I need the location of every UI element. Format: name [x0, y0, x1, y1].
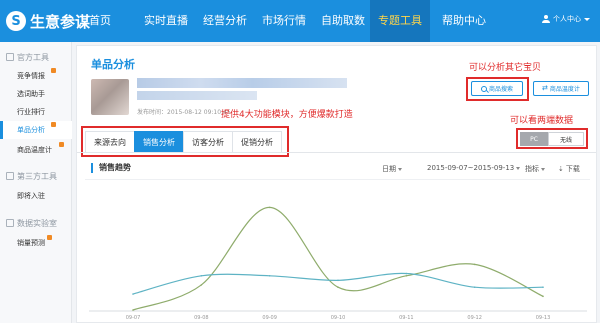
- series-2-point-09-10: [337, 279, 339, 282]
- user-label: 个人中心: [553, 15, 581, 23]
- toolbox-icon: [6, 53, 14, 61]
- series-1-point-09-11: [405, 275, 408, 277]
- x-tick-label: 09-09: [262, 315, 277, 321]
- hot-badge-icon: [59, 142, 64, 147]
- x-tick-label: 09-10: [331, 315, 346, 321]
- series-line-2: [132, 272, 544, 295]
- chevron-down-icon: [584, 17, 590, 21]
- sidebar: 官方工具 竞争情报 选词助手 行业排行 单品分析 商品温度计 第三方工具 即将入…: [0, 42, 72, 323]
- series-2-point-09-09: [268, 275, 271, 277]
- sidebar-group-third-party: 第三方工具: [6, 169, 57, 183]
- sidebar-item-label: 单品分析: [17, 126, 45, 134]
- hot-badge-icon: [47, 235, 52, 240]
- chart-plot-area: 09-07 09-08 09-09 09-10 09-11 09-12 09-13: [89, 206, 587, 321]
- sidebar-group-label: 官方工具: [17, 52, 49, 62]
- nav-help[interactable]: 帮助中心: [434, 0, 494, 42]
- nav-operation-analysis[interactable]: 经营分析: [192, 0, 258, 42]
- x-tick-label: 09-13: [536, 315, 551, 321]
- nav-market[interactable]: 市场行情: [251, 0, 317, 42]
- sidebar-item-product-thermometer[interactable]: 商品温度计: [0, 141, 72, 159]
- sidebar-item-label: 即将入驻: [17, 192, 45, 200]
- flask-icon: [6, 219, 14, 227]
- sidebar-item-label: 行业排行: [17, 108, 45, 116]
- x-tick-label: 09-08: [194, 315, 209, 321]
- series-1-point-09-08: [200, 284, 203, 286]
- sidebar-item-label: 商品温度计: [17, 146, 52, 154]
- sidebar-item-keyword-helper[interactable]: 选词助手: [0, 85, 72, 103]
- sidebar-item-industry-rank[interactable]: 行业排行: [0, 103, 72, 121]
- series-1-point-09-10: [337, 286, 339, 288]
- sidebar-group-label: 第三方工具: [17, 171, 57, 181]
- user-menu[interactable]: 个人中心: [542, 14, 590, 24]
- sidebar-item-label: 竞争情报: [17, 72, 45, 80]
- sidebar-group-official: 官方工具: [6, 50, 49, 64]
- series-2-point-09-08: [200, 275, 203, 277]
- x-tick-label: 09-12: [467, 315, 482, 321]
- series-line-1: [132, 206, 544, 311]
- series-1-point-09-07: [132, 309, 134, 311]
- puzzle-icon: [6, 172, 14, 180]
- hot-badge-icon: [51, 122, 56, 127]
- series-1-point-09-12: [473, 263, 476, 266]
- x-tick-label: 09-07: [126, 315, 141, 321]
- sidebar-item-label: 销量预测: [17, 239, 45, 247]
- nav-special-tools[interactable]: 专题工具: [370, 0, 430, 42]
- user-icon: [542, 15, 550, 23]
- series-1-point-09-09: [268, 206, 271, 209]
- series-2-point-09-07: [132, 293, 134, 295]
- series-2-point-09-11: [405, 272, 408, 275]
- logo-icon: S: [6, 11, 26, 31]
- sidebar-item-competitive-intel[interactable]: 竞争情报: [0, 67, 72, 85]
- series-1-point-09-13: [542, 295, 544, 298]
- top-nav: S 生意参谋 首页 实时直播 经营分析 市场行情 自助取数 专题工具 帮助中心 …: [0, 0, 600, 42]
- nav-home[interactable]: 首页: [80, 0, 120, 42]
- series-2-point-09-12: [473, 286, 476, 288]
- hot-badge-icon: [51, 68, 56, 73]
- page: S 生意参谋 首页 实时直播 经营分析 市场行情 自助取数 专题工具 帮助中心 …: [0, 0, 600, 323]
- nav-live[interactable]: 实时直播: [133, 0, 199, 42]
- main-panel: 单品分析 发布时间：2015-08-12 09:10:45 可以分析其它宝贝 商…: [76, 45, 597, 323]
- sidebar-item-label: 选词助手: [17, 90, 45, 98]
- sidebar-item-coming-soon[interactable]: 即将入驻: [0, 187, 72, 205]
- x-tick-label: 09-11: [399, 315, 414, 321]
- sidebar-group-data-lab: 数据实验室: [6, 216, 57, 230]
- sidebar-item-sales-forecast[interactable]: 销量预测: [0, 234, 72, 252]
- sidebar-group-label: 数据实验室: [17, 218, 57, 228]
- sales-trend-chart: 09-07 09-08 09-09 09-10 09-11 09-12 09-13: [89, 206, 587, 321]
- logo[interactable]: S 生意参谋: [6, 9, 90, 33]
- nav-self-fetch[interactable]: 自助取数: [310, 0, 376, 42]
- series-2-point-09-13: [542, 286, 544, 288]
- sidebar-item-single-product[interactable]: 单品分析: [0, 121, 72, 139]
